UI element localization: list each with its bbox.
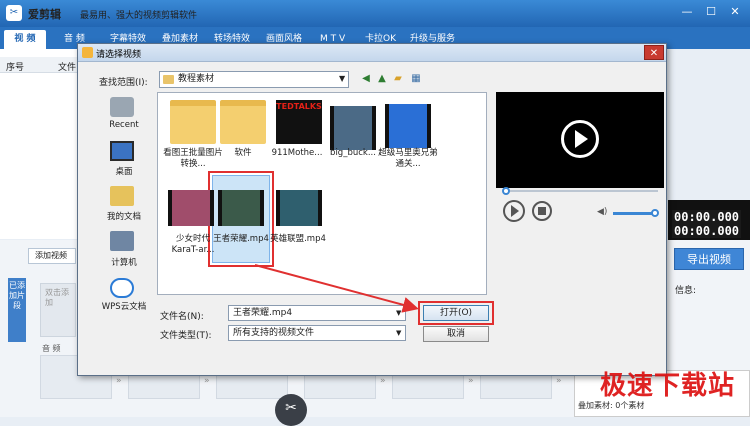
seek-handle[interactable] (502, 187, 510, 195)
folder-icon[interactable] (220, 100, 266, 144)
file-item[interactable]: 英雄联盟.mp4 (268, 234, 328, 245)
chevron-right-icon: » (468, 376, 474, 386)
video-thumbnail[interactable] (218, 190, 264, 226)
lookin-label: 查找范围(I): (99, 78, 148, 88)
folder-icon (163, 75, 174, 84)
maximize-button[interactable]: ☐ (704, 5, 718, 19)
export-video-button[interactable]: 导出视频 (674, 248, 744, 270)
cloud-icon[interactable] (110, 278, 134, 298)
place-computer[interactable]: 计算机 (93, 256, 155, 268)
stop-icon (538, 207, 546, 215)
chevron-down-icon[interactable]: ▼ (339, 74, 345, 83)
chevron-right-icon: » (204, 376, 210, 386)
video-list-panel (0, 49, 80, 239)
column-file: 文件 (58, 63, 77, 73)
place-documents[interactable]: 我的文档 (93, 210, 155, 222)
folder-icon[interactable] (170, 100, 216, 144)
filetype-label: 文件类型(T): (160, 331, 212, 341)
place-desktop[interactable]: 桌面 (93, 165, 155, 177)
dialog-title: 请选择视频 (96, 50, 142, 60)
added-clips-tab[interactable]: 已添加片段 (8, 278, 26, 342)
file-item-selected[interactable]: 王者荣耀.mp4 (211, 234, 271, 245)
video-thumbnail[interactable] (276, 190, 322, 226)
close-button[interactable]: ✕ (728, 5, 742, 19)
file-item[interactable]: big_buck... (323, 148, 383, 159)
open-button[interactable]: 打开(O) (423, 305, 489, 321)
back-icon[interactable]: ◀ (360, 73, 372, 85)
annotation-arrow (254, 264, 419, 313)
cancel-button[interactable]: 取消 (423, 326, 489, 342)
video-thumbnail[interactable] (330, 106, 376, 150)
app-slogan: 最易用、强大的视频剪辑软件 (80, 11, 198, 21)
chevron-right-icon: » (116, 376, 122, 386)
filename-label: 文件名(N): (160, 312, 204, 322)
volume-handle[interactable] (651, 209, 659, 217)
place-recent[interactable]: Recent (93, 120, 155, 130)
chevron-right-icon: » (556, 376, 562, 386)
watermark: 极速下载站 (600, 371, 736, 401)
chevron-down-icon[interactable]: ▼ (396, 329, 401, 337)
file-item[interactable]: 911Mothe... (267, 148, 327, 159)
desktop-icon[interactable] (110, 141, 134, 161)
recent-icon[interactable] (110, 97, 134, 117)
video-thumbnail[interactable] (385, 104, 431, 148)
clip-slot[interactable]: 双击添加 (40, 283, 76, 337)
audio-track-label: 音 频 (42, 344, 61, 353)
play-triangle-icon (575, 130, 588, 148)
timecode-total: 00:00.000 (672, 224, 742, 238)
scissors-icon[interactable]: ✂ (275, 394, 307, 426)
computer-icon[interactable] (110, 231, 134, 251)
filetype-select[interactable]: 所有支持的视频文件 (228, 325, 406, 341)
video-thumbnail[interactable] (168, 190, 214, 226)
add-video-button[interactable]: 添加视频 (28, 248, 76, 264)
dialog-close-button[interactable]: ✕ (644, 45, 664, 60)
up-folder-icon[interactable]: ▲ (376, 73, 388, 85)
documents-icon[interactable] (110, 186, 134, 206)
info-label: 信息: (675, 286, 697, 296)
column-index: 序号 (6, 63, 25, 73)
timecode-current: 00:00.000 (672, 210, 742, 224)
volume-icon[interactable]: ◀) (597, 207, 607, 217)
video-thumbnail[interactable]: TEDTALKS (276, 100, 322, 144)
app-name: 爱剪辑 (28, 8, 61, 21)
minimize-button[interactable]: — (680, 5, 694, 19)
file-item[interactable]: 软件 (213, 148, 273, 159)
tab-video[interactable]: 视 频 (4, 30, 46, 49)
new-folder-icon[interactable]: ▰ (392, 73, 404, 85)
file-item[interactable]: 超级马里奥兄弟通关... (378, 148, 438, 170)
chevron-right-icon: » (380, 376, 386, 386)
view-menu-icon[interactable]: ▦ (410, 73, 422, 85)
dialog-titlebar (78, 44, 666, 62)
place-wps-cloud[interactable]: WPS云文档 (93, 300, 155, 312)
play-icon (511, 205, 519, 217)
lookin-select[interactable]: 教程素材 (159, 71, 349, 88)
dialog-icon (82, 47, 93, 58)
volume-slider[interactable] (613, 212, 655, 215)
app-logo-icon: ✂ (6, 5, 22, 21)
seek-bar[interactable] (503, 190, 658, 192)
